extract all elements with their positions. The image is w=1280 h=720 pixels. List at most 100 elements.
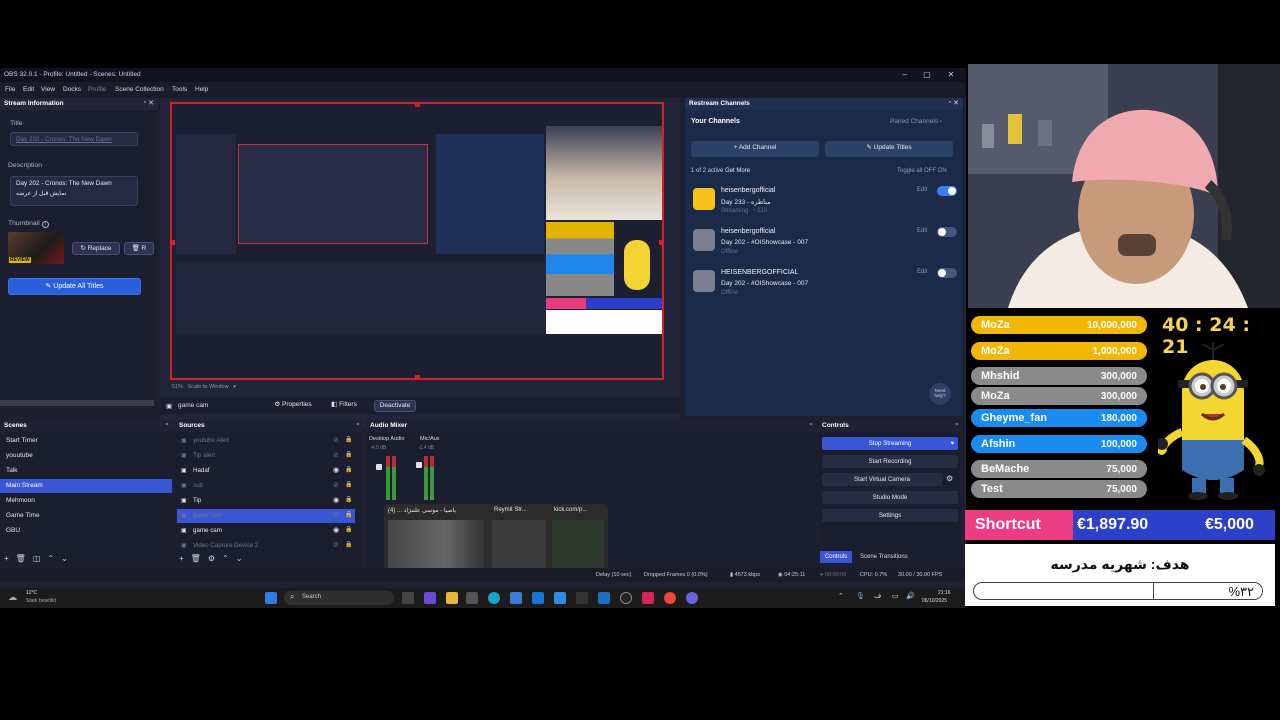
close-icon[interactable]: ✕ [942, 70, 960, 80]
float-icon[interactable]: ▫ [166, 421, 168, 428]
resize-handle[interactable] [415, 104, 420, 107]
edit-link[interactable]: Edit [917, 187, 927, 193]
eye-hidden-icon[interactable]: ⊘ [333, 436, 339, 444]
scale-mode[interactable]: Scale to Window [188, 384, 229, 390]
eye-hidden-icon[interactable]: ⊘ [333, 541, 339, 549]
obs-icon[interactable] [620, 592, 632, 604]
clock-time[interactable]: 21:16 [938, 590, 951, 596]
preview-tab-title[interactable]: kick.com/p... [554, 507, 587, 513]
app-icon[interactable] [554, 592, 566, 604]
outlook-icon[interactable] [532, 592, 544, 604]
source-item[interactable]: ▣ game cam ◉ 🔒 [177, 524, 355, 538]
chevron-up-icon[interactable]: ⌃ [838, 592, 844, 600]
chevron-up-icon[interactable]: ⌃ [47, 554, 61, 563]
preview-thumbnail[interactable] [388, 520, 484, 572]
add-icon[interactable]: + [179, 554, 191, 563]
scene-item[interactable]: Game Time [0, 509, 172, 523]
chevron-up-icon[interactable]: ⌃ [222, 554, 236, 563]
search-box[interactable]: ⌕ Search [284, 591, 394, 605]
get-more-link[interactable]: Get More [725, 168, 750, 174]
close-icon[interactable]: ✕ [148, 99, 154, 107]
store-icon[interactable] [466, 592, 478, 604]
source-item[interactable]: ▣ youtube Alert ⊘ 🔒 [177, 434, 355, 448]
menu-help[interactable]: Help [195, 86, 208, 93]
update-titles-button[interactable]: ✎ Update Titles [825, 141, 953, 157]
eye-icon[interactable]: ◉ [333, 526, 339, 534]
source-item[interactable]: ▣ Tip alert ⊘ 🔒 [177, 449, 355, 463]
resize-handle[interactable] [659, 240, 662, 245]
filter-icon[interactable]: ◫ [33, 554, 48, 563]
start-virtual-camera-button[interactable]: Start Virtual Camera [822, 473, 942, 486]
menu-docks[interactable]: Docks [63, 86, 81, 93]
preview-canvas[interactable] [170, 102, 664, 380]
stop-streaming-button[interactable]: Stop Streaming ▾ [822, 437, 958, 450]
clock-date[interactable]: 06/10/2025 [922, 598, 947, 604]
toggle-all[interactable]: Toggle all OFF ON [897, 168, 947, 174]
lock-icon[interactable]: 🔒 [345, 511, 352, 518]
remove-button[interactable]: 🗑 R [124, 242, 154, 255]
tab-scene-transitions[interactable]: Scene Transitions [860, 554, 908, 560]
properties-button[interactable]: ⚙ Properties [270, 400, 316, 412]
chevron-down-icon[interactable]: ▾ [951, 437, 954, 450]
edge-icon[interactable] [488, 592, 500, 604]
title-input[interactable]: Day 202 - Cronos: The New Dawn [10, 132, 138, 146]
discord-icon[interactable] [686, 592, 698, 604]
float-icon[interactable]: ▫ [810, 421, 812, 428]
weather-temp[interactable]: 12°C [26, 590, 37, 596]
volume-slider[interactable] [376, 464, 382, 470]
edit-link[interactable]: Edit [917, 269, 927, 275]
add-channel-button[interactable]: + Add Channel [691, 141, 819, 157]
eye-hidden-icon[interactable]: ⊘ [333, 481, 339, 489]
source-item[interactable]: ▣ game cam ⊘ 🔒 [177, 509, 355, 523]
gear-icon[interactable]: ⚙ [208, 554, 222, 563]
volume-icon[interactable]: 🔊 [906, 592, 915, 600]
preview-tab-title[interactable]: Reymit Str... [494, 507, 527, 513]
scene-item[interactable]: youutube [0, 449, 172, 463]
deactivate-button[interactable]: Deactivate [374, 400, 416, 412]
restream-icon[interactable] [642, 592, 654, 604]
channel-toggle[interactable] [937, 227, 957, 237]
maximize-icon[interactable]: ▢ [918, 70, 936, 80]
lock-icon[interactable]: 🔒 [345, 466, 352, 473]
language-icon[interactable]: ف [874, 592, 881, 600]
float-icon[interactable]: ▫ [949, 99, 951, 106]
trash-icon[interactable]: 🗑 [191, 554, 208, 563]
source-item[interactable]: ▣ sub ⊘ 🔒 [177, 479, 355, 493]
channel-toggle[interactable] [937, 186, 957, 196]
replace-button[interactable]: ↻ Replace [72, 242, 120, 255]
resize-handle[interactable] [415, 375, 420, 378]
volume-slider[interactable] [416, 462, 422, 468]
eye-hidden-icon[interactable]: ⊘ [333, 511, 339, 519]
chevron-down-icon[interactable]: ⌄ [61, 554, 75, 563]
scene-item[interactable]: Mehmoon [0, 494, 172, 508]
teams-icon[interactable] [424, 592, 436, 604]
description-input[interactable]: Day 202 - Cronos: The New Dawn نمایش قبل… [10, 176, 138, 206]
start-recording-button[interactable]: Start Recording [822, 455, 958, 468]
chevron-down-icon[interactable]: ▾ [233, 384, 236, 390]
scrollbar[interactable] [0, 400, 154, 406]
network-icon[interactable]: ▭ [892, 592, 899, 600]
close-icon[interactable]: ✕ [953, 99, 959, 107]
float-icon[interactable]: ▫ [357, 421, 359, 428]
menu-file[interactable]: File [5, 86, 15, 93]
lock-icon[interactable]: 🔒 [345, 541, 352, 548]
trash-icon[interactable]: 🗑 [16, 554, 33, 563]
mic-icon[interactable]: 🎙 [856, 592, 865, 600]
float-icon[interactable]: ▫ [144, 99, 146, 106]
menu-edit[interactable]: Edit [23, 86, 34, 93]
gear-icon[interactable]: ⚙ [946, 474, 953, 483]
weather-desc[interactable]: Stark bewölkt [26, 598, 56, 604]
preview-tab-title[interactable]: باصيا - موسى علىنژاد ... (4) [388, 507, 468, 514]
settings-button[interactable]: Settings [822, 509, 958, 522]
eye-icon[interactable]: ◉ [333, 466, 339, 474]
vscode-icon[interactable] [598, 592, 610, 604]
paired-channels-link[interactable]: Paired Channels › [890, 118, 942, 125]
edit-link[interactable]: Edit [917, 228, 927, 234]
scene-item[interactable]: GBU [0, 524, 172, 538]
need-help-button[interactable]: Need help? [929, 383, 951, 405]
preview-thumbnail[interactable] [492, 520, 546, 572]
lock-icon[interactable]: 🔒 [345, 451, 352, 458]
eye-hidden-icon[interactable]: ⊘ [333, 451, 339, 459]
source-item[interactable]: ▣ Tip ◉ 🔒 [177, 494, 355, 508]
toggle-all-on[interactable]: ON [938, 168, 947, 174]
